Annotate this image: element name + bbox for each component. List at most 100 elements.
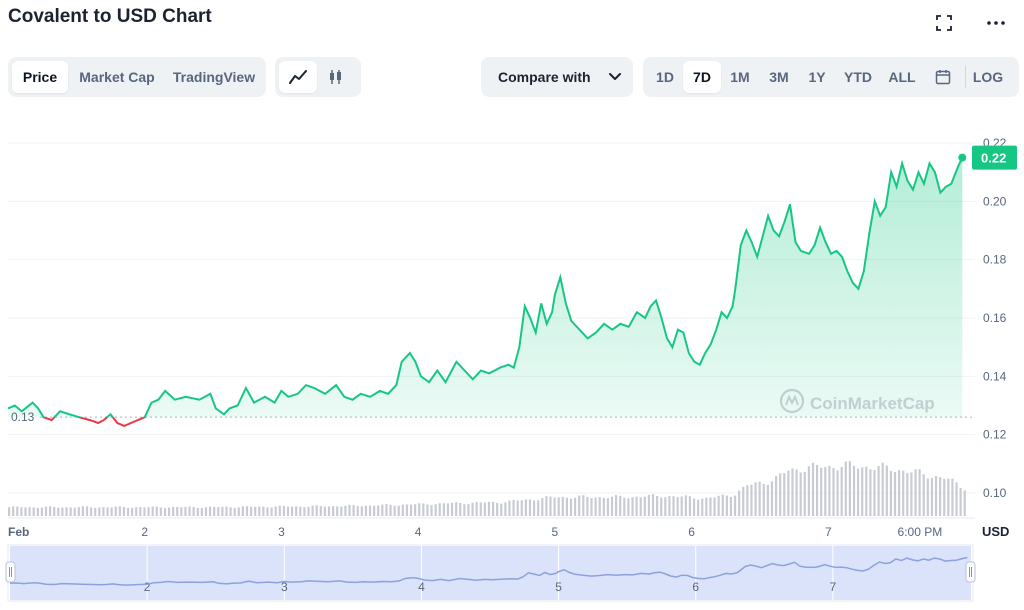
volume-bar — [53, 506, 56, 516]
volume-bar — [873, 470, 876, 516]
volume-bar — [754, 482, 757, 516]
volume-bar — [479, 502, 482, 516]
tab-price[interactable]: Price — [12, 61, 68, 93]
chevron-down-icon — [609, 73, 621, 80]
volume-bar — [943, 478, 946, 516]
volume-bar — [594, 497, 597, 516]
navigator-tick-label: 3 — [281, 580, 288, 594]
candlestick-button[interactable] — [317, 61, 355, 93]
volume-bar — [869, 469, 872, 516]
volume-bar — [348, 504, 351, 516]
volume-bar — [254, 506, 257, 516]
volume-bar — [898, 470, 901, 516]
volume-bar — [746, 485, 749, 516]
volume-bar — [122, 506, 126, 516]
volume-bar — [241, 506, 244, 516]
volume-bar — [528, 499, 532, 516]
volume-bar — [32, 507, 35, 516]
range-ytd[interactable]: YTD — [835, 61, 881, 93]
volume-bars — [8, 461, 966, 516]
volume-bar — [352, 505, 355, 516]
volume-bar — [672, 496, 675, 516]
more-icon[interactable] — [984, 12, 1008, 34]
volume-bar — [16, 506, 19, 516]
volume-bar — [512, 499, 515, 516]
candlestick-icon — [330, 70, 341, 84]
volume-bar — [619, 495, 622, 516]
volume-bar — [204, 507, 208, 516]
volume-bar — [688, 496, 692, 516]
navigator-ticks: 2 3 4 5 6 7 — [144, 546, 837, 600]
volume-bar — [491, 501, 495, 516]
volume-bar — [840, 467, 843, 516]
volume-bar — [151, 506, 154, 516]
volume-bar — [245, 506, 249, 516]
volume-bar — [159, 507, 162, 516]
volume-bar — [692, 498, 696, 516]
volume-bar — [815, 464, 819, 516]
volume-bar — [360, 506, 363, 516]
volume-bar — [438, 503, 441, 516]
tab-tradingview[interactable]: TradingView — [166, 61, 262, 93]
navigator-tick-label: 2 — [144, 580, 151, 594]
volume-bar — [733, 495, 737, 516]
range-1y[interactable]: 1Y — [799, 61, 835, 93]
volume-bar — [569, 498, 573, 516]
volume-bar — [668, 495, 671, 516]
volume-bar — [418, 503, 421, 516]
range-3m[interactable]: 3M — [759, 61, 799, 93]
volume-bar — [426, 504, 429, 516]
navigator-handle-left[interactable] — [5, 561, 16, 583]
volume-bar — [565, 497, 568, 516]
volume-bar — [623, 497, 626, 516]
log-toggle[interactable]: LOG — [968, 61, 1008, 93]
tab-market-cap[interactable]: Market Cap — [68, 61, 166, 93]
navigator[interactable]: 2 3 4 5 6 7 — [5, 544, 976, 602]
volume-bar — [143, 507, 146, 516]
volume-bar — [217, 507, 220, 516]
volume-bar — [471, 502, 474, 516]
volume-bar — [861, 467, 864, 516]
volume-bar — [811, 462, 815, 516]
compare-with-dropdown[interactable]: Compare with — [481, 57, 633, 97]
volume-bar — [81, 506, 85, 516]
volume-bar — [947, 478, 950, 516]
y-tick-label: 0.22 — [983, 136, 1007, 150]
volume-bar — [516, 500, 519, 516]
line-chart-button[interactable] — [279, 61, 317, 93]
volume-bar — [664, 497, 667, 516]
volume-bar — [824, 467, 827, 516]
volume-bar — [627, 498, 630, 516]
volume-bar — [139, 507, 142, 516]
range-7d[interactable]: 7D — [683, 61, 721, 93]
volume-bar — [401, 504, 404, 516]
y-tick-label: 0.14 — [983, 369, 1007, 383]
range-1d[interactable]: 1D — [647, 61, 683, 93]
calendar-button[interactable] — [923, 61, 963, 93]
volume-bar — [364, 505, 368, 516]
fullscreen-icon[interactable] — [932, 12, 956, 34]
grid-lines — [8, 142, 975, 519]
y-axis: 0.22 0.20 0.18 0.16 0.14 0.12 0.10 — [983, 136, 1007, 500]
volume-bar — [848, 461, 851, 516]
currency-label: USD — [982, 524, 1009, 539]
volume-bar — [323, 506, 327, 516]
volume-bar — [508, 500, 511, 516]
navigator-line — [9, 556, 968, 586]
volume-bar — [779, 473, 782, 516]
volume-bar — [286, 506, 290, 516]
volume-bar — [282, 505, 285, 516]
volume-bar — [758, 481, 761, 516]
volume-bar — [721, 494, 724, 516]
y-tick-label: 0.20 — [983, 194, 1007, 208]
range-all[interactable]: ALL — [881, 61, 923, 93]
volume-bar — [951, 478, 954, 516]
compare-with-label: Compare with — [498, 69, 591, 85]
volume-bar — [290, 506, 294, 516]
navigator-handle-right[interactable] — [965, 561, 976, 583]
volume-bar — [336, 506, 339, 516]
range-1m[interactable]: 1M — [721, 61, 759, 93]
volume-bar — [98, 507, 101, 516]
volume-bar — [176, 506, 179, 516]
volume-bar — [307, 506, 310, 516]
